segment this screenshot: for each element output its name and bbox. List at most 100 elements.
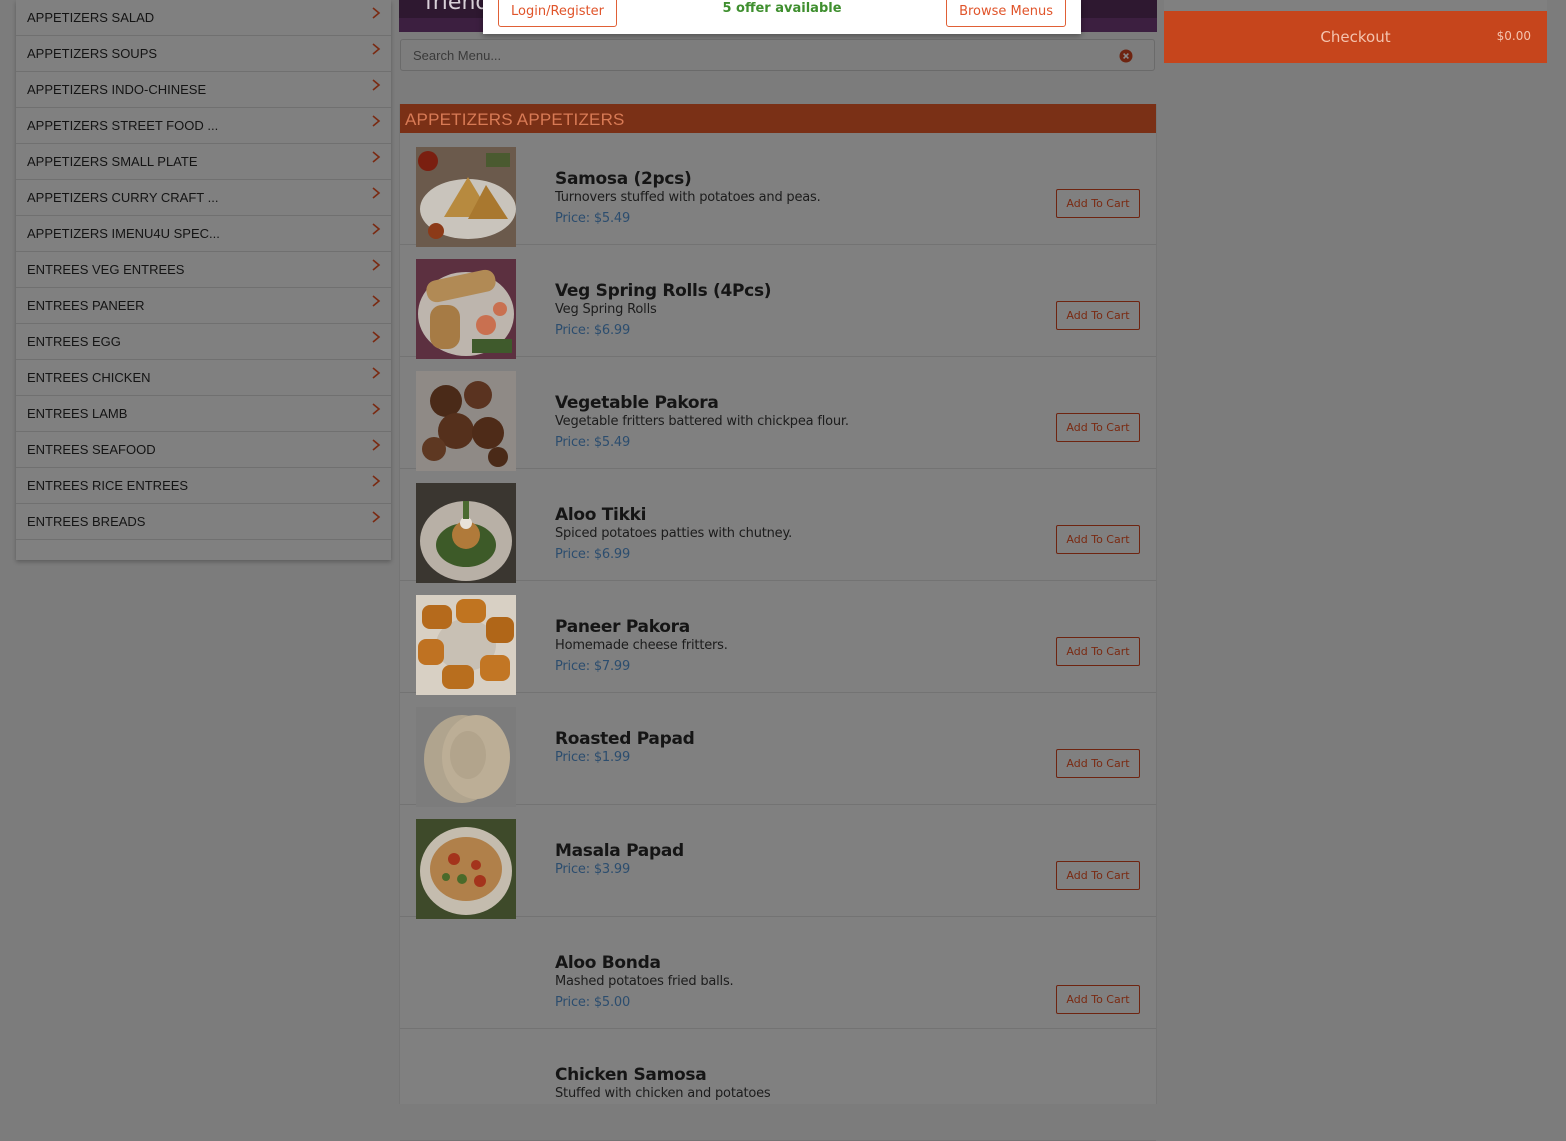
category-item[interactable]: APPETIZERS IMENU4U SPEC... — [16, 216, 391, 252]
menu-item: Veg Spring Rolls (4Pcs) Veg Spring Rolls… — [400, 245, 1156, 359]
item-name[interactable]: Roasted Papad — [555, 729, 695, 749]
item-name[interactable]: Aloo Bonda — [555, 953, 661, 973]
item-price: Price: $3.99 — [555, 862, 631, 877]
item-name[interactable]: Aloo Tikki — [555, 505, 646, 525]
add-to-cart-button[interactable]: Add To Cart — [1056, 985, 1140, 1014]
item-description: Stuffed with chicken and potatoes — [555, 1086, 771, 1101]
menu-panel: APPETIZERS APPETIZERS Samosa (2pcs) Turn… — [399, 104, 1157, 1141]
checkout-button[interactable]: Checkout $0.00 — [1164, 11, 1547, 63]
section-header: APPETIZERS APPETIZERS — [400, 104, 1156, 133]
category-list: APPETIZERS SALAD APPETIZERS SOUPS APPETI… — [16, 0, 391, 540]
category-label: ENTREES SEAFOOD — [27, 442, 156, 457]
item-price: Price: $5.49 — [555, 211, 631, 226]
spring-rolls-photo[interactable] — [416, 259, 516, 359]
category-item[interactable]: ENTREES PANEER — [16, 288, 391, 324]
item-price: Price: $6.99 — [555, 547, 631, 562]
category-item[interactable]: ENTREES SEAFOOD — [16, 432, 391, 468]
add-to-cart-button[interactable]: Add To Cart — [1056, 413, 1140, 442]
chevron-right-icon — [369, 330, 383, 344]
offer-bar: Login/Register 5 offer available Browse … — [483, 0, 1081, 34]
category-item[interactable]: ENTREES VEG ENTREES — [16, 252, 391, 288]
item-description: Veg Spring Rolls — [555, 302, 657, 317]
chevron-right-icon — [369, 258, 383, 272]
category-label: ENTREES PANEER — [27, 298, 145, 313]
menu-search — [400, 39, 1155, 71]
category-item[interactable]: APPETIZERS CURRY CRAFT ... — [16, 180, 391, 216]
menu-item: Aloo Tikki Spiced potatoes patties with … — [400, 469, 1156, 583]
menu-item: Vegetable Pakora Vegetable fritters batt… — [400, 357, 1156, 471]
chevron-right-icon — [369, 42, 383, 56]
category-label: APPETIZERS CURRY CRAFT ... — [27, 190, 219, 205]
category-label: ENTREES VEG ENTREES — [27, 262, 185, 277]
category-sidebar: APPETIZERS SALAD APPETIZERS SOUPS APPETI… — [16, 0, 391, 560]
item-description: Homemade cheese fritters. — [555, 638, 728, 653]
chevron-right-icon — [369, 474, 383, 488]
chevron-right-icon — [369, 294, 383, 308]
add-to-cart-button[interactable]: Add To Cart — [1056, 525, 1140, 554]
roasted-papad-photo[interactable] — [416, 707, 516, 807]
chevron-right-icon — [369, 366, 383, 380]
samosa-photo[interactable] — [416, 147, 516, 247]
category-item[interactable]: APPETIZERS SALAD — [16, 0, 391, 36]
menu-item: Aloo Bonda Mashed potatoes fried balls. … — [400, 917, 1156, 1029]
category-label: ENTREES RICE ENTREES — [27, 478, 189, 493]
category-label: ENTREES EGG — [27, 334, 121, 349]
add-to-cart-button[interactable]: Add To Cart — [1056, 189, 1140, 218]
category-item[interactable]: ENTREES LAMB — [16, 396, 391, 432]
chevron-right-icon — [369, 438, 383, 452]
item-name[interactable]: Paneer Pakora — [555, 617, 690, 637]
chevron-right-icon — [369, 6, 383, 20]
item-price: Price: $5.49 — [555, 435, 631, 450]
aloo-tikki-photo[interactable] — [416, 483, 516, 583]
item-price: Price: $7.99 — [555, 659, 631, 674]
item-price: Price: $5.00 — [555, 995, 631, 1010]
item-price: Price: $1.99 — [555, 750, 631, 765]
item-name[interactable]: Chicken Samosa — [555, 1065, 707, 1085]
item-description: Vegetable fritters battered with chickpe… — [555, 414, 849, 429]
category-item[interactable]: APPETIZERS SMALL PLATE — [16, 144, 391, 180]
chevron-right-icon — [369, 114, 383, 128]
chevron-right-icon — [369, 78, 383, 92]
chevron-right-icon — [369, 510, 383, 524]
chevron-right-icon — [369, 222, 383, 236]
add-to-cart-button[interactable]: Add To Cart — [1056, 749, 1140, 778]
cart-panel — [1164, 0, 1547, 11]
item-name[interactable]: Masala Papad — [555, 841, 684, 861]
category-item[interactable]: ENTREES BREADS — [16, 504, 391, 540]
add-to-cart-button[interactable]: Add To Cart — [1056, 637, 1140, 666]
category-label: APPETIZERS SMALL PLATE — [27, 154, 198, 169]
category-item[interactable]: ENTREES CHICKEN — [16, 360, 391, 396]
pakora-photo[interactable] — [416, 371, 516, 471]
category-item[interactable]: APPETIZERS INDO-CHINESE — [16, 72, 391, 108]
category-label: APPETIZERS SOUPS — [27, 46, 158, 61]
category-label: APPETIZERS STREET FOOD ... — [27, 118, 219, 133]
banner-text: friend — [425, 0, 490, 15]
add-to-cart-button[interactable]: Add To Cart — [1056, 861, 1140, 890]
item-name[interactable]: Veg Spring Rolls (4Pcs) — [555, 281, 772, 301]
category-label: ENTREES LAMB — [27, 406, 128, 421]
category-label: APPETIZERS IMENU4U SPEC... — [27, 226, 220, 241]
masala-papad-photo[interactable] — [416, 819, 516, 919]
menu-item: Paneer Pakora Homemade cheese fritters. … — [400, 581, 1156, 695]
item-price: Price: $6.99 — [555, 323, 631, 338]
item-name[interactable]: Samosa (2pcs) — [555, 169, 692, 189]
item-description: Spiced potatoes patties with chutney. — [555, 526, 793, 541]
add-to-cart-button[interactable]: Add To Cart — [1056, 301, 1140, 330]
menu-item: Masala Papad Price: $3.99 Add To Cart — [400, 805, 1156, 919]
category-label: ENTREES BREADS — [27, 514, 146, 529]
search-input[interactable] — [401, 40, 1125, 70]
category-item[interactable]: APPETIZERS SOUPS — [16, 36, 391, 72]
item-description: Mashed potatoes fried balls. — [555, 974, 734, 989]
category-label: APPETIZERS SALAD — [27, 10, 155, 25]
item-name[interactable]: Vegetable Pakora — [555, 393, 719, 413]
item-description: Turnovers stuffed with potatoes and peas… — [555, 190, 821, 205]
paneer-pakora-photo[interactable] — [416, 595, 516, 695]
browse-menus-button[interactable]: Browse Menus — [946, 0, 1066, 27]
menu-item: Samosa (2pcs) Turnovers stuffed with pot… — [400, 133, 1156, 247]
category-item[interactable]: APPETIZERS STREET FOOD ... — [16, 108, 391, 144]
clear-search-icon[interactable] — [1119, 49, 1133, 63]
chevron-right-icon — [369, 150, 383, 164]
category-item[interactable]: ENTREES RICE ENTREES — [16, 468, 391, 504]
category-item[interactable]: ENTREES EGG — [16, 324, 391, 360]
menu-item: Chicken Samosa Stuffed with chicken and … — [400, 1029, 1156, 1141]
